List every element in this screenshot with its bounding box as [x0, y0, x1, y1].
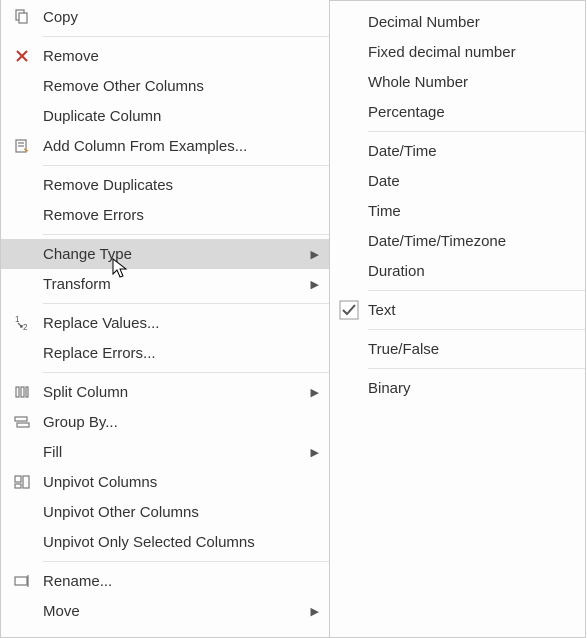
submenu-item-truefalse[interactable]: True/False	[330, 334, 585, 364]
menu-item-label: Group By...	[43, 414, 305, 431]
menu-item-label: Date	[368, 173, 561, 190]
menu-item-remove[interactable]: Remove	[1, 41, 329, 71]
menu-item-move[interactable]: Move▶	[1, 596, 329, 626]
menu-item-remove-err[interactable]: Remove Errors	[1, 200, 329, 230]
submenu-arrow-icon: ▶	[305, 248, 319, 261]
main-context-menu: Copy Remove Remove Other Columns Duplicate …	[0, 0, 330, 638]
submenu-item-date[interactable]: Date	[330, 166, 585, 196]
menu-item-label: Decimal Number	[368, 14, 561, 31]
menu-item-label: Date/Time/Timezone	[368, 233, 561, 250]
menu-item-label: Fill	[43, 444, 305, 461]
menu-item-transform[interactable]: Transform▶	[1, 269, 329, 299]
menu-item-remove-dup[interactable]: Remove Duplicates	[1, 170, 329, 200]
menu-item-label: Remove Errors	[43, 207, 305, 224]
copy-icon	[1, 8, 43, 26]
submenu-item-dtz[interactable]: Date/Time/Timezone	[330, 226, 585, 256]
menu-item-label: True/False	[368, 341, 561, 358]
menu-item-label: Remove	[43, 48, 305, 65]
submenu-arrow-icon: ▶	[305, 386, 319, 399]
unpivot-icon	[1, 473, 43, 491]
menu-item-label: Date/Time	[368, 143, 561, 160]
menu-item-unpivot[interactable]: Unpivot Columns	[1, 467, 329, 497]
menu-item-unpivot-other[interactable]: Unpivot Other Columns	[1, 497, 329, 527]
submenu-item-duration[interactable]: Duration	[330, 256, 585, 286]
menu-item-label: Change Type	[43, 246, 305, 263]
menu-item-label: Duration	[368, 263, 561, 280]
menu-item-label: Fixed decimal number	[368, 44, 561, 61]
menu-item-replace-vals[interactable]: 12Replace Values...	[1, 308, 329, 338]
menu-separator	[368, 368, 585, 369]
menu-separator	[368, 131, 585, 132]
menu-item-replace-err[interactable]: Replace Errors...	[1, 338, 329, 368]
menu-item-label: Duplicate Column	[43, 108, 305, 125]
submenu-item-decimal[interactable]: Decimal Number	[330, 7, 585, 37]
submenu-item-datetime[interactable]: Date/Time	[330, 136, 585, 166]
examples-icon	[1, 137, 43, 155]
submenu-arrow-icon: ▶	[305, 278, 319, 291]
rename-icon	[1, 572, 43, 590]
submenu-item-percent[interactable]: Percentage	[330, 97, 585, 127]
menu-item-add-from-ex[interactable]: Add Column From Examples...	[1, 131, 329, 161]
menu-item-copy[interactable]: Copy	[1, 2, 329, 32]
menu-item-label: Binary	[368, 380, 561, 397]
menu-item-label: Remove Other Columns	[43, 78, 305, 95]
submenu-arrow-icon: ▶	[305, 605, 319, 618]
menu-item-label: Move	[43, 603, 305, 620]
submenu-item-time[interactable]: Time	[330, 196, 585, 226]
submenu-item-fixed-dec[interactable]: Fixed decimal number	[330, 37, 585, 67]
menu-item-label: Add Column From Examples...	[43, 138, 305, 155]
menu-separator	[368, 290, 585, 291]
menu-item-fill[interactable]: Fill▶	[1, 437, 329, 467]
menu-item-label: Remove Duplicates	[43, 177, 305, 194]
change-type-submenu: Decimal Number Fixed decimal number Whole …	[329, 0, 586, 638]
menu-item-label: Replace Values...	[43, 315, 305, 332]
replace-icon: 12	[1, 314, 43, 332]
menu-item-label: Percentage	[368, 104, 561, 121]
menu-item-label: Unpivot Only Selected Columns	[43, 534, 305, 551]
menu-separator	[43, 165, 329, 166]
menu-item-label: Replace Errors...	[43, 345, 305, 362]
menu-item-label: Unpivot Other Columns	[43, 504, 305, 521]
menu-item-split[interactable]: Split Column▶	[1, 377, 329, 407]
split-icon	[1, 383, 43, 401]
svg-text:2: 2	[23, 323, 28, 332]
menu-item-label: Text	[368, 302, 561, 319]
menu-item-remove-other[interactable]: Remove Other Columns	[1, 71, 329, 101]
menu-item-label: Copy	[43, 9, 305, 26]
context-menus: Copy Remove Remove Other Columns Duplicate …	[0, 0, 587, 638]
submenu-item-text[interactable]: Text	[330, 295, 585, 325]
submenu-arrow-icon: ▶	[305, 446, 319, 459]
menu-item-rename[interactable]: Rename...	[1, 566, 329, 596]
menu-item-label: Transform	[43, 276, 305, 293]
menu-item-label: Time	[368, 203, 561, 220]
menu-separator	[43, 561, 329, 562]
menu-item-change-type[interactable]: Change Type▶	[1, 239, 329, 269]
menu-item-label: Rename...	[43, 573, 305, 590]
menu-item-label: Split Column	[43, 384, 305, 401]
submenu-item-binary[interactable]: Binary	[330, 373, 585, 403]
menu-separator	[43, 234, 329, 235]
menu-separator	[368, 329, 585, 330]
group-icon	[1, 413, 43, 431]
svg-text:1: 1	[15, 315, 20, 324]
menu-item-label: Unpivot Columns	[43, 474, 305, 491]
checkmark-icon	[330, 300, 368, 320]
menu-item-unpivot-sel[interactable]: Unpivot Only Selected Columns	[1, 527, 329, 557]
submenu-item-whole[interactable]: Whole Number	[330, 67, 585, 97]
menu-item-duplicate[interactable]: Duplicate Column	[1, 101, 329, 131]
remove-icon	[1, 47, 43, 65]
menu-separator	[43, 36, 329, 37]
menu-separator	[43, 372, 329, 373]
menu-item-label: Whole Number	[368, 74, 561, 91]
menu-separator	[43, 303, 329, 304]
menu-item-group[interactable]: Group By...	[1, 407, 329, 437]
